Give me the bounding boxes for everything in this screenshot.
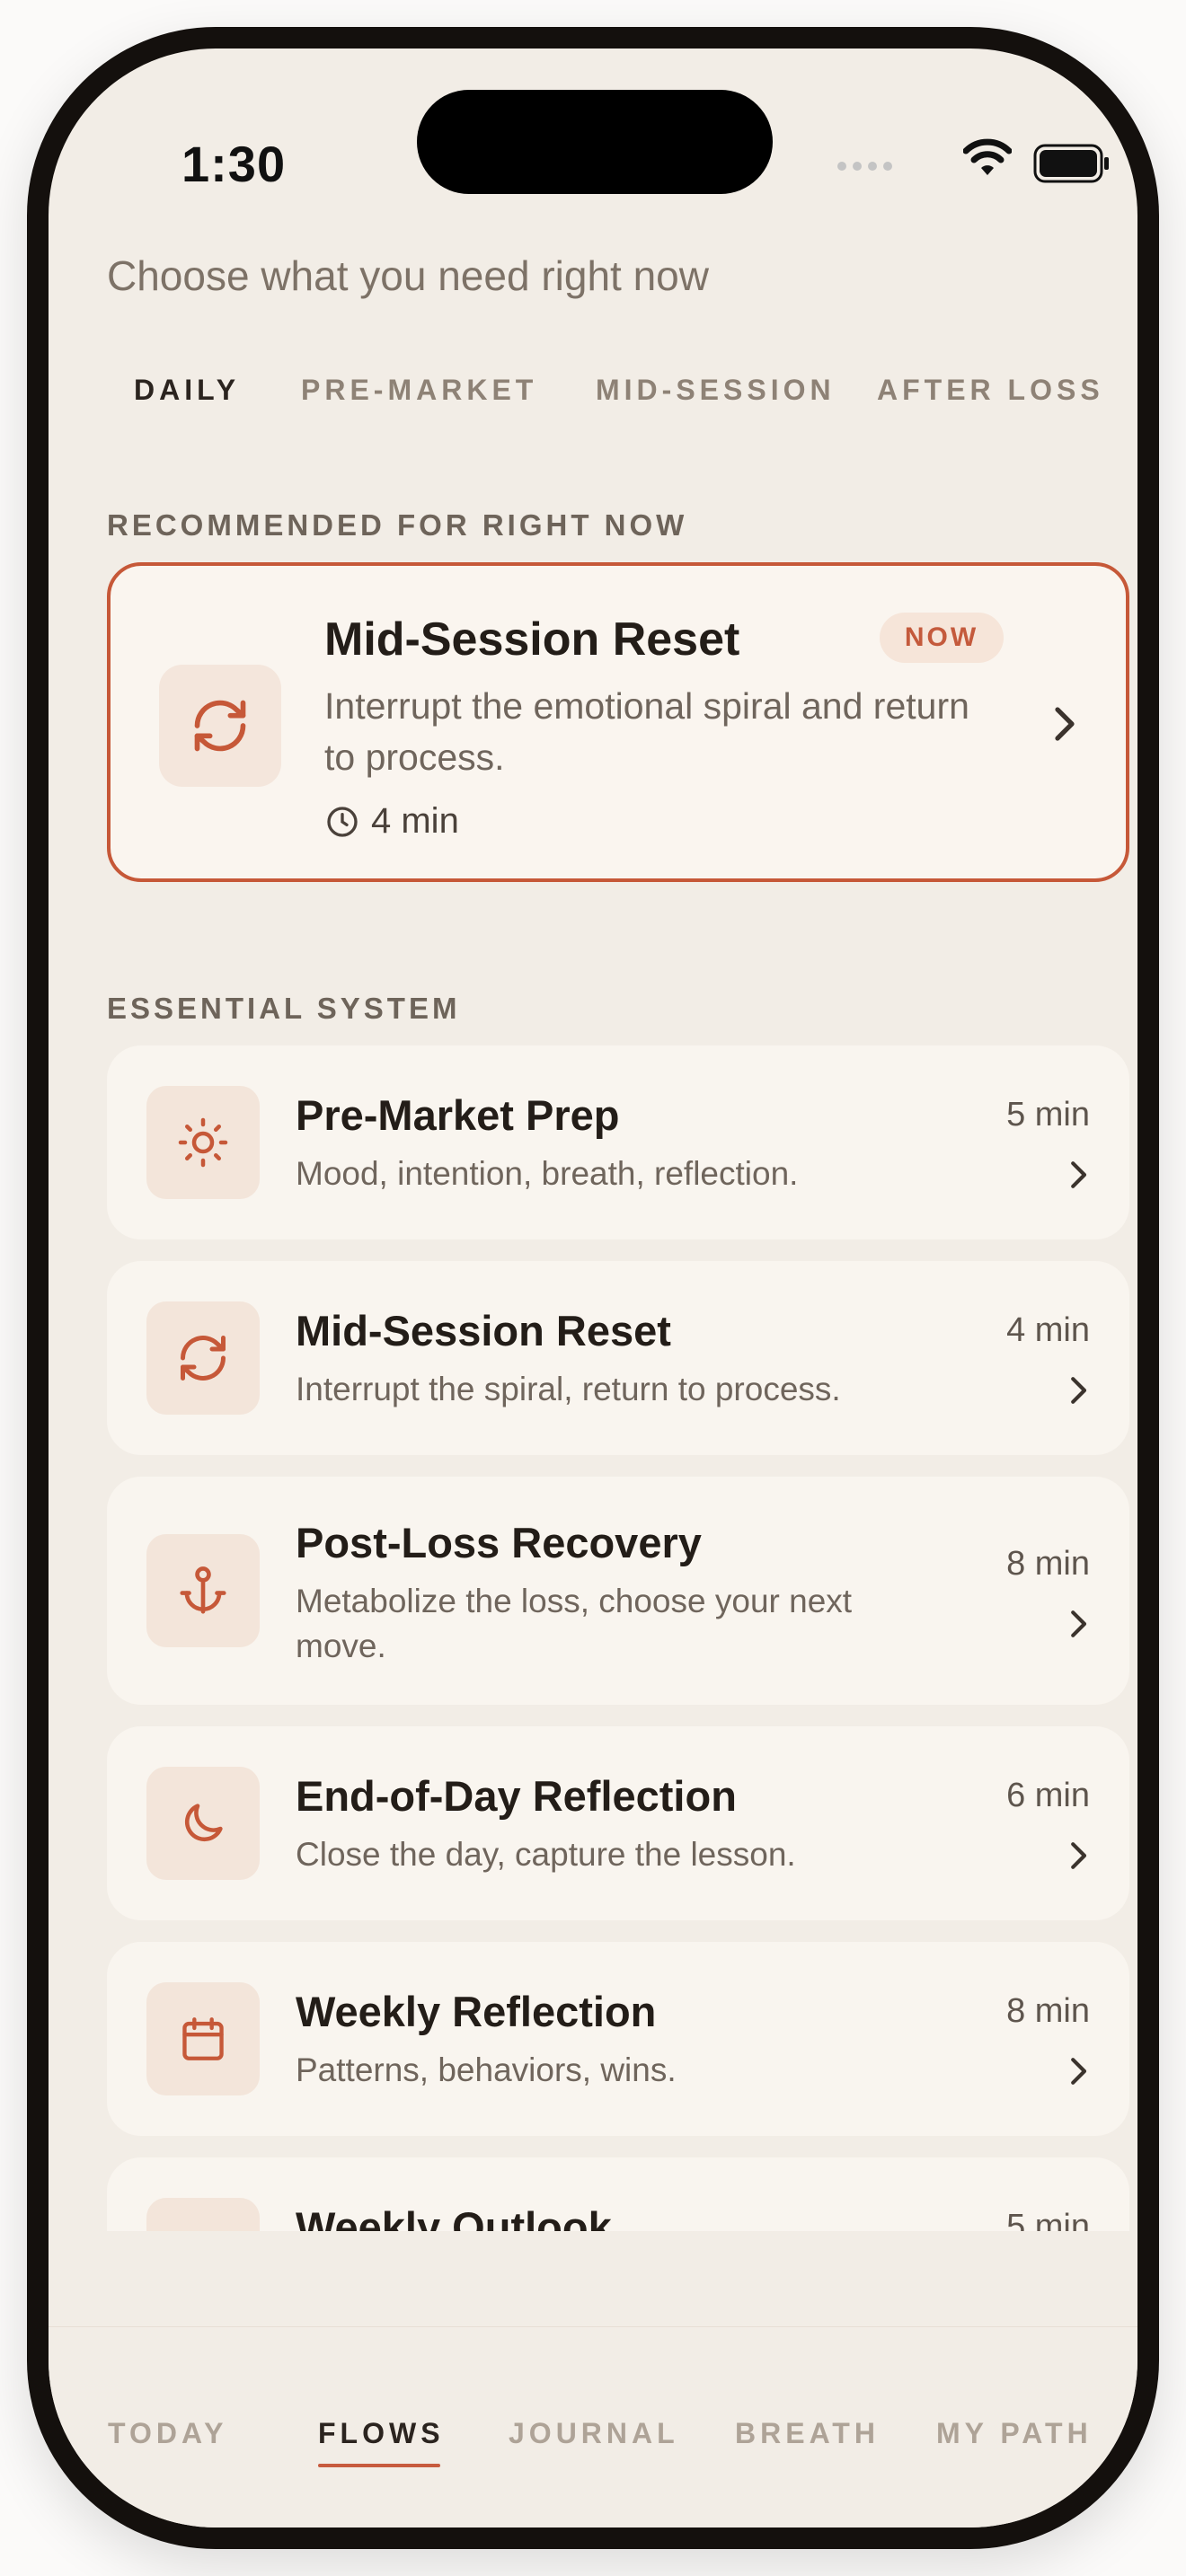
chevron-right-icon: [1071, 2058, 1087, 2085]
recommended-icon-tile: [159, 665, 281, 787]
flow-title: End-of-Day Reflection: [296, 1772, 737, 1820]
calendar-icon: [182, 2017, 224, 2060]
flow-icon-tile: [146, 1982, 260, 2095]
chevron-right-icon: [1071, 1842, 1087, 1869]
flow-card-weekly-outlook[interactable]: Weekly Outlook 5 min: [107, 2157, 1129, 2231]
flow-icon-tile: [146, 2198, 260, 2231]
flow-duration: 8 min: [1006, 1992, 1090, 2030]
flow-description: Mood, intention, breath, reflection.: [296, 1155, 799, 1192]
moon-icon: [184, 1804, 223, 1842]
flow-card-weekly-reflection[interactable]: Weekly Reflection Patterns, behaviors, w…: [107, 1942, 1129, 2136]
flow-title: Weekly Outlook: [296, 2203, 612, 2231]
nav-flows[interactable]: FLOWS: [318, 2417, 445, 2450]
active-nav-indicator: [318, 2464, 440, 2467]
nav-journal[interactable]: JOURNAL: [509, 2417, 679, 2450]
bottom-tab-bar: TODAY FLOWS JOURNAL BREATH MY PATH: [49, 2326, 1137, 2527]
now-badge: NOW: [880, 613, 1004, 663]
tab-after-loss[interactable]: AFTER LOSS: [877, 374, 1104, 407]
refresh-icon: [194, 700, 246, 752]
sun-icon: [178, 1117, 228, 1168]
tab-pre-market[interactable]: PRE-MARKET: [301, 374, 537, 407]
flow-category-tabs: DAILY PRE-MARKET MID-SESSION AFTER LOSS …: [107, 354, 1137, 417]
clock-icon: [327, 806, 358, 837]
trend-up-icon: [177, 2228, 229, 2231]
recommended-flow-card[interactable]: Mid-Session Reset NOW Interrupt the emot…: [107, 562, 1129, 882]
refresh-icon: [181, 1336, 226, 1381]
phone-frame: 1:30 Choose what you need right now DAIL…: [27, 27, 1159, 2549]
nav-breath[interactable]: BREATH: [735, 2417, 880, 2450]
cellular-signal-icon: [837, 162, 892, 171]
essential-section-label: ESSENTIAL SYSTEM: [107, 992, 461, 1025]
status-time: 1:30: [181, 136, 287, 192]
flow-description: Interrupt the spiral, return to process.: [296, 1371, 841, 1407]
flow-title: Mid-Session Reset: [296, 1307, 671, 1354]
app-screen: 1:30 Choose what you need right now DAIL…: [49, 49, 1137, 2527]
recommended-title: Mid-Session Reset: [324, 613, 740, 666]
flow-duration: 5 min: [1006, 1096, 1090, 1134]
flow-card-post-loss-recovery[interactable]: Post-Loss Recovery Metabolize the loss, …: [107, 1477, 1129, 1705]
flow-title: Pre-Market Prep: [296, 1091, 620, 1139]
flow-description: Close the day, capture the lesson.: [296, 1836, 796, 1873]
flow-card-end-of-day-reflection[interactable]: End-of-Day Reflection Close the day, cap…: [107, 1726, 1129, 1920]
flow-icon-tile: [146, 1767, 260, 1880]
flow-card-pre-market-prep[interactable]: Pre-Market Prep Mood, intention, breath,…: [107, 1045, 1129, 1239]
flow-title: Weekly Reflection: [296, 1988, 657, 2035]
flow-description: Patterns, behaviors, wins.: [296, 2051, 677, 2088]
nav-today[interactable]: TODAY: [108, 2417, 227, 2450]
flow-icon-tile: [146, 1301, 260, 1415]
dynamic-island: [417, 90, 773, 194]
recommended-duration-text: 4 min: [371, 801, 459, 841]
flow-card-mid-session-reset[interactable]: Mid-Session Reset Interrupt the spiral, …: [107, 1261, 1129, 1455]
page-subtitle: Choose what you need right now: [107, 252, 709, 299]
chevron-right-icon: [1071, 1161, 1087, 1188]
flow-duration: 8 min: [1006, 1545, 1090, 1583]
wifi-icon: [963, 138, 1012, 175]
tab-mid-session[interactable]: MID-SESSION: [596, 374, 836, 407]
nav-my-path[interactable]: MY PATH: [936, 2417, 1093, 2450]
anchor-icon: [180, 1566, 226, 1614]
flow-icon-tile: [146, 1534, 260, 1647]
recommended-description: Interrupt the emotional spiral and retur…: [324, 685, 969, 778]
recommended-duration: 4 min: [324, 801, 459, 842]
chevron-right-icon: [1055, 707, 1075, 741]
flow-duration: 6 min: [1006, 1777, 1090, 1814]
flow-description: Metabolize the loss, choose your next mo…: [296, 1583, 853, 1664]
recommended-section-label: RECOMMENDED FOR RIGHT NOW: [107, 508, 688, 542]
flow-duration: 5 min: [1006, 2208, 1090, 2231]
flow-duration: 4 min: [1006, 1311, 1090, 1349]
essential-flow-list: Pre-Market Prep Mood, intention, breath,…: [49, 1037, 1137, 2231]
tab-daily[interactable]: DAILY: [134, 374, 240, 407]
flow-title: Post-Loss Recovery: [296, 1519, 702, 1566]
chevron-right-icon: [1071, 1377, 1087, 1404]
chevron-right-icon: [1071, 1610, 1087, 1637]
flow-icon-tile: [146, 1086, 260, 1199]
battery-icon: [1033, 144, 1109, 183]
